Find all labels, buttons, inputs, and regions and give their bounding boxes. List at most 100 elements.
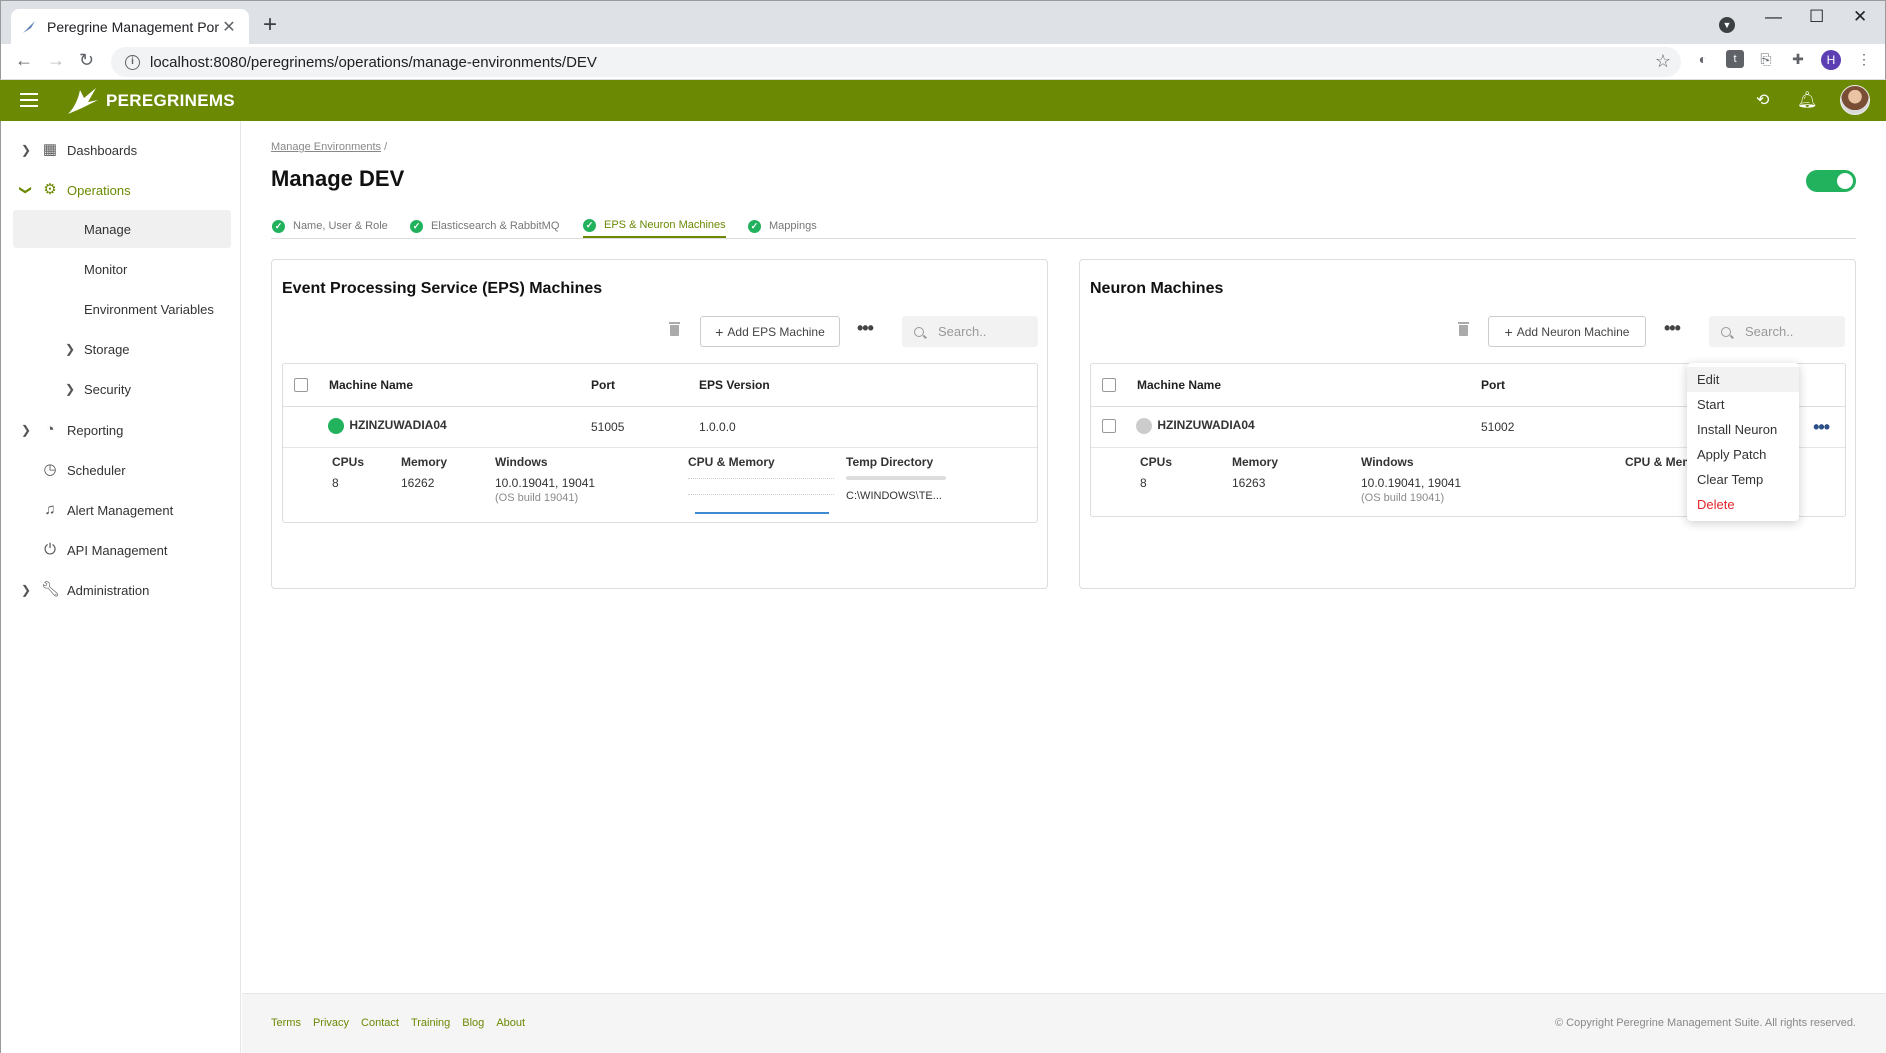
peregrine-bird-icon [68,88,98,114]
footer-link-privacy[interactable]: Privacy [313,1017,349,1029]
footer-link-contact[interactable]: Contact [361,1017,399,1029]
eps-card-title: Event Processing Service (EPS) Machines [282,280,603,297]
close-tab-icon[interactable]: ✕ [219,17,239,37]
menu-item-edit[interactable]: Edit [1687,367,1799,392]
maximize-icon[interactable]: ☐ [1809,7,1824,27]
environment-enabled-toggle[interactable] [1806,170,1856,192]
extension-t-icon[interactable]: t [1726,50,1744,68]
peregrine-favicon-icon [21,19,37,35]
wizard-steps: ✓ Name, User & Role ✓ Elasticsearch & Ra… [271,212,1856,239]
sidebar-item-manage[interactable]: Manage [13,210,231,248]
cpu-gridline [688,494,834,495]
minimize-icon[interactable]: — [1765,7,1782,27]
eps-search-input[interactable]: Search.. [902,316,1038,347]
sidebar-item-security[interactable]: ❯ Security [13,370,231,408]
sidebar-item-label: Reporting [67,422,124,438]
column-header[interactable]: Port [1481,378,1505,392]
reload-icon[interactable]: ↻ [79,50,94,71]
sidebar-item-monitor[interactable]: Monitor [13,250,231,288]
add-eps-machine-button[interactable]: + Add EPS Machine [700,316,840,347]
sidebar-item-alert-management[interactable]: ♫ Alert Management [1,493,242,527]
history-icon[interactable]: ⟲ [1756,90,1769,110]
select-all-checkbox[interactable] [294,378,308,392]
chevron-right-icon: ❯ [65,382,76,396]
step-label: Mappings [769,220,817,232]
notifications-bell-icon[interactable]: 🔔︎ [1797,90,1817,110]
add-neuron-machine-button[interactable]: + Add Neuron Machine [1488,316,1646,347]
chevron-right-icon: ❯ [21,583,32,597]
sidebar-item-reporting[interactable]: ❯ ◔ Reporting [1,413,242,447]
app-logo[interactable]: PEREGRINEMS [66,86,235,116]
row-actions-icon[interactable]: ••• [1813,418,1830,436]
clock-icon: ◷ [43,461,57,478]
more-options-icon[interactable]: ••• [1664,319,1681,337]
tab-name-user-role[interactable]: ✓ Name, User & Role [272,214,388,238]
sidebar-item-label: Security [84,381,131,397]
more-options-icon[interactable]: ••• [857,319,874,337]
delete-trash-icon[interactable] [669,322,680,336]
tab-search-icon[interactable]: ▼ [1719,17,1735,33]
sidebar-item-api-management[interactable]: ⏻ API Management [1,533,242,567]
footer-link-terms[interactable]: Terms [271,1017,301,1029]
menu-item-install-neuron[interactable]: Install Neuron [1687,417,1799,442]
sidebar-item-dashboards[interactable]: ❯ ▦ Dashboards [1,133,242,167]
extension-circle-icon[interactable]: ◐ [1694,50,1712,68]
footer-link-blog[interactable]: Blog [462,1017,484,1029]
footer-link-training[interactable]: Training [411,1017,450,1029]
tab-elasticsearch-rabbitmq[interactable]: ✓ Elasticsearch & RabbitMQ [410,214,559,238]
menu-item-delete[interactable]: Delete [1687,492,1799,517]
menu-item-clear-temp[interactable]: Clear Temp [1687,467,1799,492]
new-tab-icon[interactable]: + [263,13,277,37]
table-header: Machine Name Port EPS Version [283,364,1037,407]
sidebar-item-storage[interactable]: ❯ Storage [13,330,231,368]
search-placeholder: Search.. [938,324,987,339]
site-info-icon[interactable]: i [125,54,140,70]
delete-trash-icon[interactable] [1458,322,1469,336]
menu-item-start[interactable]: Start [1687,392,1799,417]
select-all-checkbox[interactable] [1102,378,1116,392]
hamburger-menu-icon[interactable] [20,93,38,107]
breadcrumb-manage-environments[interactable]: Manage Environments [271,141,381,153]
sidebar-item-administration[interactable]: ❯ 🔧︎ Administration [1,573,242,607]
os-build: (OS build 19041) [495,492,579,504]
cpus-value: 8 [1140,476,1147,490]
column-header[interactable]: EPS Version [699,378,770,392]
sidebar-item-scheduler[interactable]: ◷ Scheduler [1,453,242,487]
table-row[interactable]: HZINZUWADIA04 51005 1.0.0.0 [283,407,1037,448]
cpus-label: CPUs [1140,455,1173,469]
sidebar: ❯ ▦ Dashboards ❯ ⚙ Operations Manage Mon… [0,121,241,1053]
profile-avatar[interactable]: H [1821,50,1841,70]
os-build: (OS build 19041) [1361,492,1445,504]
column-header[interactable]: Machine Name [329,378,413,392]
plug-icon: ⏻ [44,541,56,558]
close-window-icon[interactable]: ✕ [1853,7,1867,27]
sidebar-item-environment-variables[interactable]: Environment Variables [13,290,231,328]
search-icon [1721,326,1731,337]
check-circle-icon: ✓ [410,219,423,233]
row-checkbox[interactable] [1102,419,1116,433]
gear-icon: ⚙ [43,181,57,198]
neuron-search-input[interactable]: Search.. [1709,316,1845,347]
footer-link-about[interactable]: About [496,1017,525,1029]
extensions-puzzle-icon[interactable]: ✚ [1789,50,1807,68]
menu-item-apply-patch[interactable]: Apply Patch [1687,442,1799,467]
chevron-down-icon: ❯ [19,184,34,196]
url-field[interactable]: i localhost:8080/peregrinems/operations/… [111,47,1681,77]
check-circle-icon: ✓ [583,218,596,232]
tab-mappings[interactable]: ✓ Mappings [748,214,817,238]
memory-label: Memory [401,455,448,469]
back-icon[interactable]: ← [15,50,33,71]
sidebar-item-operations[interactable]: ❯ ⚙ Operations [1,173,242,207]
tab-eps-neuron-machines[interactable]: ✓ EPS & Neuron Machines [583,214,726,238]
browser-tab[interactable]: Peregrine Management Portal ✕ [11,9,249,45]
user-avatar[interactable] [1840,85,1870,115]
column-header[interactable]: Machine Name [1137,378,1221,392]
forward-icon[interactable]: → [47,50,65,71]
row-actions-menu: Edit Start Install Neuron Apply Patch Cl… [1687,363,1799,521]
browser-menu-icon[interactable]: ⋮ [1855,50,1873,68]
extension-script-icon[interactable]: ⎘ [1757,50,1775,68]
copyright-text: © Copyright Peregrine Management Suite. … [1555,1017,1856,1029]
column-header[interactable]: Port [591,378,615,392]
bookmark-star-icon[interactable]: ☆ [1655,51,1671,72]
sidebar-item-label: Administration [67,582,150,598]
